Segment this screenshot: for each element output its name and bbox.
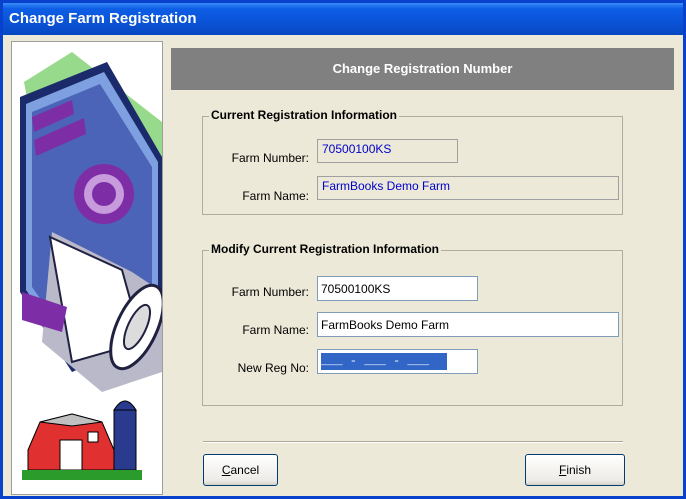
new-reg-no-label: New Reg No: [237,361,309,375]
new-reg-no-mask: ___ - ___ - ___ [321,353,447,370]
change-farm-registration-window: Change Farm Registration Change Registra… [0,0,686,499]
current-farm-name-value: FarmBooks Demo Farm [317,176,619,200]
barn-silo-icon [22,400,142,480]
modify-farm-name-label: Farm Name: [242,323,309,337]
page-title-banner: Change Registration Number [171,48,674,90]
current-farm-number-value: 70500100KS [317,139,458,163]
farm-name-input[interactable] [317,312,619,337]
wizard-side-panel [11,41,163,495]
modify-farm-number-label: Farm Number: [231,285,309,299]
window-titlebar: Change Farm Registration [3,3,683,35]
finish-button[interactable]: Finish [525,454,625,486]
cancel-button[interactable]: Cancel [203,454,278,486]
current-registration-group: Current Registration Information Farm Nu… [202,108,623,215]
button-separator [203,441,623,443]
farm-number-input[interactable] [317,276,478,301]
wizard-content: Change Registration Number Current Regis… [168,43,678,493]
current-farm-name-label: Farm Name: [242,189,309,203]
modify-registration-group: Modify Current Registration Information … [202,242,623,406]
new-reg-no-input[interactable]: ___ - ___ - ___ [317,349,478,374]
current-registration-legend: Current Registration Information [209,108,400,122]
modify-registration-legend: Modify Current Registration Information [209,242,441,256]
cancel-label: ancel [230,463,260,477]
finish-label: inish [566,463,592,477]
current-farm-number-label: Farm Number: [231,151,309,165]
